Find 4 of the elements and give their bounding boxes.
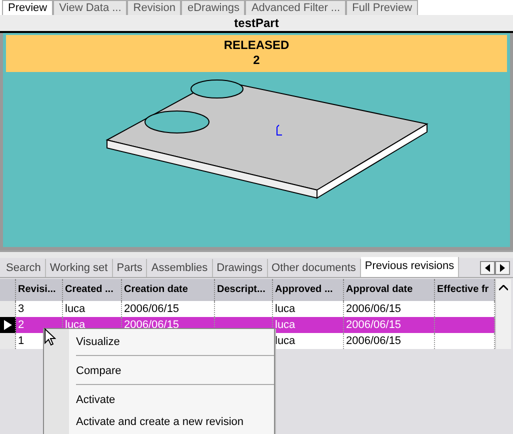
status-text: RELEASED	[224, 38, 290, 53]
table-cell: 2006/06/15	[344, 333, 435, 349]
part-title: testPart	[0, 15, 513, 33]
revision-number: 2	[253, 53, 260, 68]
